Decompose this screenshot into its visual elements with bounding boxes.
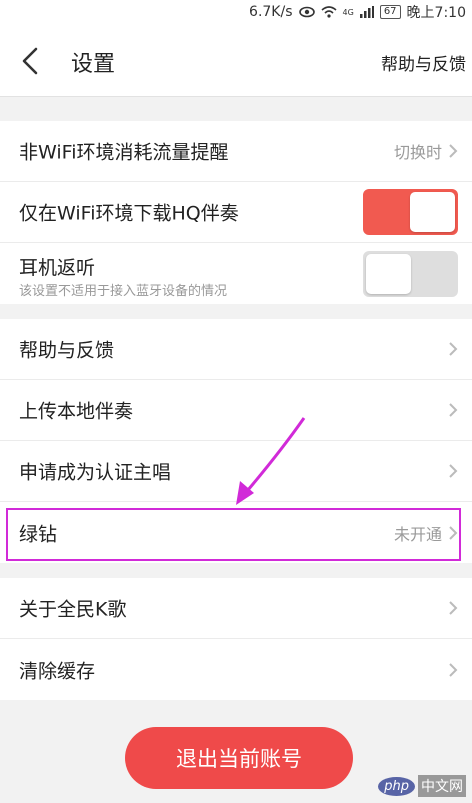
chevron-right-icon: [449, 525, 458, 540]
chevron-right-icon: [449, 144, 458, 158]
status-bar: 6.7K/s 4G 67 晚上7:10: [0, 0, 472, 24]
chevron-right-icon: [449, 342, 458, 356]
clear-cache-row[interactable]: 清除缓存: [0, 639, 472, 700]
menu-group: 帮助与反馈 上传本地伴奏 申请成为认证主唱 绿钻 未开通: [0, 319, 472, 563]
hq-download-row: 仅在WiFi环境下载HQ伴奏: [0, 182, 472, 243]
non-wifi-reminder-row[interactable]: 非WiFi环境消耗流量提醒 切换时: [0, 121, 472, 182]
about-label: 关于全民K歌: [19, 598, 127, 621]
chevron-right-icon: [449, 601, 458, 615]
chevron-left-icon: [22, 47, 38, 75]
chevron-right-icon: [449, 662, 458, 677]
network-speed: 6.7K/s: [249, 4, 293, 20]
watermark: php 中文网: [378, 775, 466, 797]
chevron-right-icon: [449, 403, 458, 417]
about-group: 关于全民K歌 清除缓存: [0, 578, 472, 700]
upload-accompaniment-label: 上传本地伴奏: [19, 400, 134, 423]
non-wifi-reminder-label: 非WiFi环境消耗流量提醒: [19, 141, 229, 164]
help-feedback-link[interactable]: 帮助与反馈: [381, 50, 466, 75]
signal-icon: [359, 6, 374, 18]
apply-certified-singer-label: 申请成为认证主唱: [19, 461, 172, 484]
network-settings-group: 非WiFi环境消耗流量提醒 切换时 仅在WiFi环境下载HQ伴奏 耳机返听 该设…: [0, 121, 472, 304]
page-title: 设置: [71, 52, 116, 77]
earphone-monitor-toggle[interactable]: [363, 250, 458, 297]
chevron-right-icon: [449, 464, 458, 478]
non-wifi-reminder-value: 切换时: [393, 143, 442, 162]
about-row[interactable]: 关于全民K歌: [0, 578, 472, 639]
green-diamond-label: 绿钻: [19, 523, 58, 545]
php-logo: php: [378, 776, 415, 796]
toggle-knob: [366, 253, 411, 294]
green-diamond-row[interactable]: 绿钻 未开通: [0, 502, 472, 563]
clock: 晚上7:10: [406, 5, 466, 21]
header: 设置 帮助与反馈: [0, 24, 472, 97]
hq-download-label: 仅在WiFi环境下载HQ伴奏: [19, 202, 239, 225]
hq-download-toggle[interactable]: [363, 189, 458, 235]
toggle-knob: [410, 192, 455, 232]
logout-button[interactable]: 退出当前账号: [125, 727, 353, 789]
upload-accompaniment-row[interactable]: 上传本地伴奏: [0, 380, 472, 441]
green-diamond-status: 未开通: [393, 524, 442, 544]
help-feedback-label: 帮助与反馈: [19, 339, 115, 362]
earphone-monitor-note: 该设置不适用于接入蓝牙设备的情况: [19, 284, 228, 299]
battery-icon: 67: [379, 5, 401, 19]
clear-cache-label: 清除缓存: [19, 660, 96, 682]
apply-certified-singer-row[interactable]: 申请成为认证主唱: [0, 441, 472, 502]
earphone-monitor-row: 耳机返听 该设置不适用于接入蓝牙设备的情况: [0, 243, 472, 304]
back-button[interactable]: [16, 44, 44, 78]
status-indicators: 6.7K/s 4G 67 晚上7:10: [249, 2, 466, 22]
eye-icon: [298, 6, 315, 18]
network-type-label: 4G: [342, 7, 354, 17]
watermark-site-text: 中文网: [418, 775, 466, 797]
earphone-monitor-label: 耳机返听: [19, 257, 96, 279]
wifi-icon: [320, 6, 337, 18]
help-feedback-row[interactable]: 帮助与反馈: [0, 319, 472, 380]
